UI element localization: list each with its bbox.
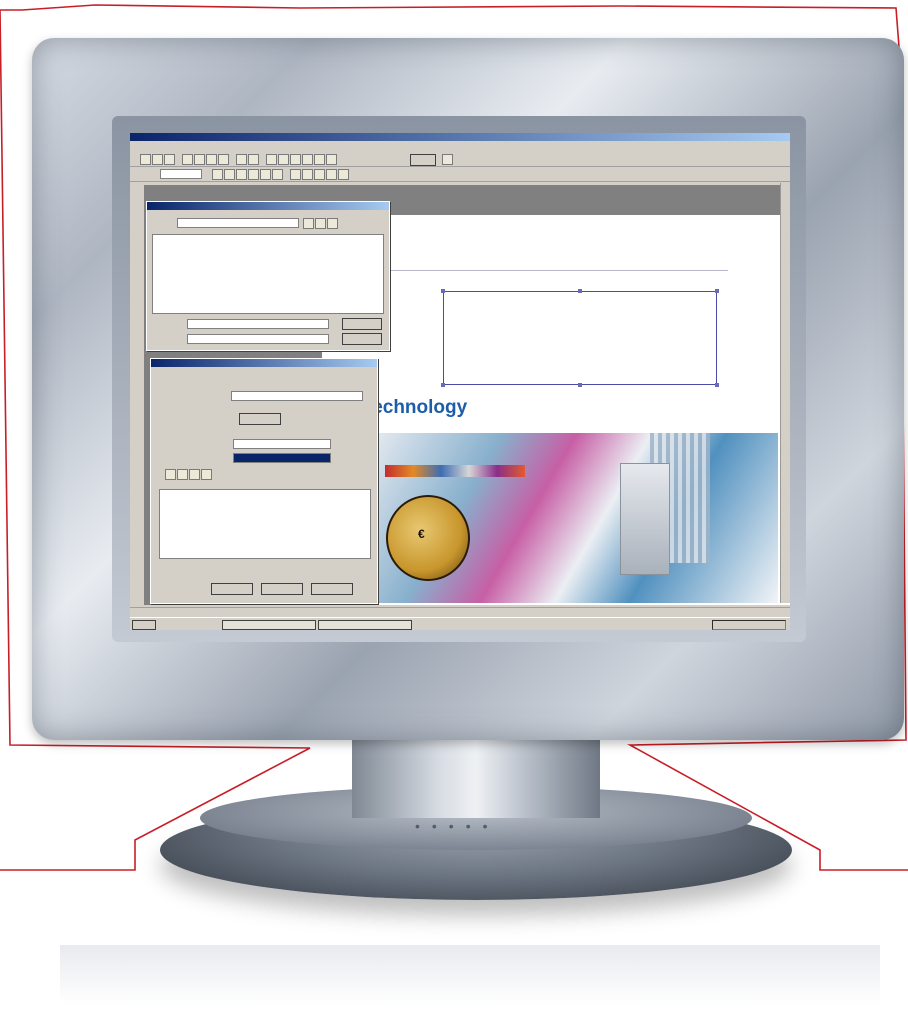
numbering-icon[interactable]: [302, 169, 313, 180]
up-folder-icon[interactable]: [303, 218, 314, 229]
italic-icon[interactable]: [224, 169, 235, 180]
frame-handle[interactable]: [715, 383, 719, 387]
indent-icon[interactable]: [314, 169, 325, 180]
collage-color-strip: [385, 465, 525, 477]
records-table[interactable]: [159, 489, 371, 559]
paste-icon[interactable]: [218, 154, 229, 165]
file-list[interactable]: [152, 234, 384, 314]
print-icon[interactable]: [182, 154, 193, 165]
bullets-icon[interactable]: [290, 169, 301, 180]
open-dialog-titlebar[interactable]: [147, 202, 389, 210]
new-icon[interactable]: [140, 154, 151, 165]
help-button[interactable]: [311, 583, 353, 595]
toolbar-standard: [130, 152, 790, 167]
frame-tool-icon[interactable]: [302, 154, 313, 165]
pointer-icon[interactable]: [278, 154, 289, 165]
file-name-field[interactable]: [187, 319, 329, 329]
new-folder-icon[interactable]: [315, 218, 326, 229]
align-center-icon[interactable]: [260, 169, 271, 180]
last-record-icon[interactable]: [201, 469, 212, 480]
redo-icon[interactable]: [248, 154, 259, 165]
underline-icon[interactable]: [236, 169, 247, 180]
frame-handle[interactable]: [715, 289, 719, 293]
toolbar-formatting: [130, 167, 790, 182]
status-bar: [130, 607, 790, 616]
first-record-icon[interactable]: [165, 469, 176, 480]
properties-dialog-titlebar[interactable]: [151, 359, 377, 367]
zoom-field[interactable]: [160, 169, 202, 179]
browse-button[interactable]: [239, 413, 281, 425]
desk-reflection: [60, 945, 880, 1005]
undo-icon[interactable]: [236, 154, 247, 165]
selected-frame[interactable]: [441, 289, 719, 387]
database-field[interactable]: [231, 391, 363, 401]
next-record-icon[interactable]: [189, 469, 200, 480]
monitor-neck: [352, 728, 600, 818]
text-tool-icon[interactable]: [290, 154, 301, 165]
open-icon[interactable]: [152, 154, 163, 165]
frame-handle[interactable]: [578, 383, 582, 387]
properties-dialog: [150, 358, 378, 604]
page-rule: [368, 270, 728, 271]
vertical-scrollbar[interactable]: [780, 183, 790, 603]
open-file-dialog: [146, 201, 390, 351]
save-icon[interactable]: [164, 154, 175, 165]
color-icon[interactable]: [338, 169, 349, 180]
base-logo: •••••: [415, 818, 500, 834]
taskbar-item-1[interactable]: [222, 620, 316, 630]
outdent-icon[interactable]: [326, 169, 337, 180]
prev-record-icon[interactable]: [177, 469, 188, 480]
coin-glyph: €: [418, 527, 425, 541]
taskbar-item-2[interactable]: [318, 620, 412, 630]
collage-coin: €: [386, 495, 470, 581]
copy-icon[interactable]: [206, 154, 217, 165]
bold-icon[interactable]: [212, 169, 223, 180]
align-left-icon[interactable]: [248, 169, 259, 180]
frame-handle[interactable]: [441, 383, 445, 387]
file-type-field[interactable]: [187, 334, 329, 344]
frame-handle[interactable]: [578, 289, 582, 293]
monitor-screen: Technology €: [130, 133, 790, 630]
open-button[interactable]: [342, 318, 382, 330]
toolbar-dropdown-button[interactable]: [410, 154, 436, 166]
shape-tool-icon[interactable]: [326, 154, 337, 165]
look-in-field[interactable]: [177, 218, 299, 228]
frame-handle[interactable]: [441, 289, 445, 293]
cut-icon[interactable]: [194, 154, 205, 165]
app-titlebar[interactable]: [130, 133, 790, 141]
menu-bar[interactable]: [130, 142, 790, 151]
view-menu-icon[interactable]: [327, 218, 338, 229]
ok-button[interactable]: [211, 583, 253, 595]
taskbar: [130, 617, 790, 630]
help-icon[interactable]: [442, 154, 453, 165]
start-button[interactable]: [132, 620, 156, 630]
align-right-icon[interactable]: [272, 169, 283, 180]
option-select-2[interactable]: [233, 453, 331, 463]
cancel-button[interactable]: [342, 333, 382, 345]
option-select-1[interactable]: [233, 439, 331, 449]
collage-server: [620, 463, 670, 575]
dialog-cancel-button[interactable]: [261, 583, 303, 595]
line-tool-icon[interactable]: [314, 154, 325, 165]
zoom-icon[interactable]: [266, 154, 277, 165]
system-tray: [712, 620, 786, 630]
